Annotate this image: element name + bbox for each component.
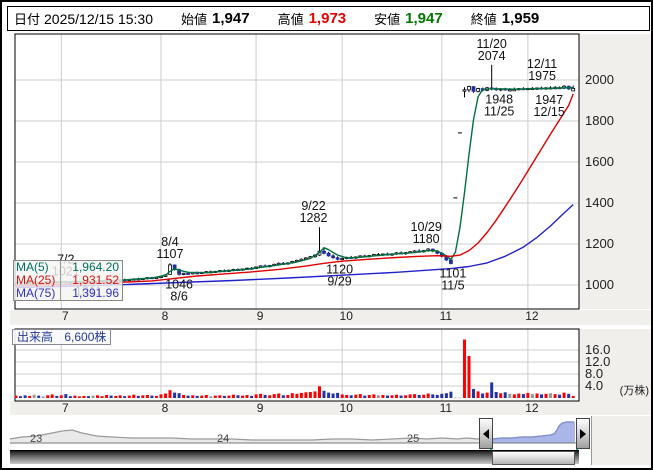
volume-bars [14,339,575,399]
stock-chart-window: 2000 1800 1600 1400 1200 1000 16.0 12.0 8.0 4.0 (万… [0,0,653,470]
svg-text:2074: 2074 [478,49,506,63]
ma75-label: MA(75) [14,287,61,300]
svg-text:10: 10 [340,309,354,323]
svg-text:1180: 1180 [413,232,440,246]
ma75-row: MA(75) 1,391.96 [14,287,122,300]
svg-text:8/6: 8/6 [170,290,187,304]
svg-text:9: 9 [257,401,264,415]
arrow-right-icon [580,428,586,439]
svg-text:9/29: 9/29 [327,274,351,288]
arrow-left-icon [483,428,489,439]
low-value: 1,947 [405,10,443,27]
svg-text:11/25: 11/25 [484,105,514,119]
navigator-right-button[interactable] [576,418,590,449]
low-label: 安値 [374,12,401,27]
svg-text:1600: 1600 [585,154,614,169]
date-value: 2025/12/15 15:30 [44,10,154,27]
svg-text:2000: 2000 [585,72,614,87]
svg-text:1800: 1800 [585,113,614,128]
ma25-line [15,93,574,287]
navigator-left-button[interactable] [479,418,493,449]
svg-text:1975: 1975 [528,69,556,83]
quote-header: 日付 2025/12/15 15:30 始値 1,947 高値 1,973 安値… [7,6,650,31]
svg-text:7: 7 [62,401,69,415]
svg-text:11: 11 [440,401,453,415]
close-value: 1,959 [501,10,540,27]
open-label: 始値 [181,12,208,27]
svg-text:11/5: 11/5 [441,278,464,292]
svg-text:12: 12 [525,309,539,323]
svg-text:12/15: 12/15 [534,105,565,119]
navigator-right-panel [591,416,651,465]
ma75-value: 1,391.96 [72,286,119,300]
high-label: 高値 [277,12,304,27]
open-value: 1,947 [212,10,250,27]
svg-text:1107: 1107 [157,247,184,261]
svg-text:9: 9 [257,309,264,323]
svg-text:1282: 1282 [300,211,328,225]
svg-text:8: 8 [162,309,169,323]
svg-text:7: 7 [62,309,69,323]
navigator-range-area[interactable] [10,417,579,449]
volume-label-box: 出来高 6,600株 [12,329,112,345]
volume-label: 出来高 [17,330,54,344]
svg-text:8: 8 [162,401,169,415]
high-value: 1,973 [308,10,347,27]
price-annotations: 7/2102110118/4110710468/69/22128211209/2… [52,37,565,304]
svg-text:1000: 1000 [585,277,614,292]
axis-backgrounds [10,34,651,415]
scrollbar-thumb[interactable] [492,451,575,465]
svg-text:10: 10 [340,401,354,415]
svg-text:1200: 1200 [585,236,614,251]
volume-value: 6,600株 [64,330,107,344]
svg-text:12: 12 [525,401,539,415]
ma-legend-box: MA(5) 1,964.20 MA(25) 1,931.52 MA(75) 1,… [13,260,123,301]
svg-text:1400: 1400 [585,195,614,210]
svg-text:(万株): (万株) [620,383,649,397]
chart-canvas[interactable]: 2000 1800 1600 1400 1200 1000 16.0 12.0 8.0 4.0 (万… [2,2,651,468]
scrollbar-track[interactable] [10,450,579,465]
date-label: 日付 [14,12,41,27]
svg-text:11: 11 [440,309,453,323]
close-label: 終値 [470,12,497,27]
svg-text:4.0: 4.0 [585,378,603,393]
